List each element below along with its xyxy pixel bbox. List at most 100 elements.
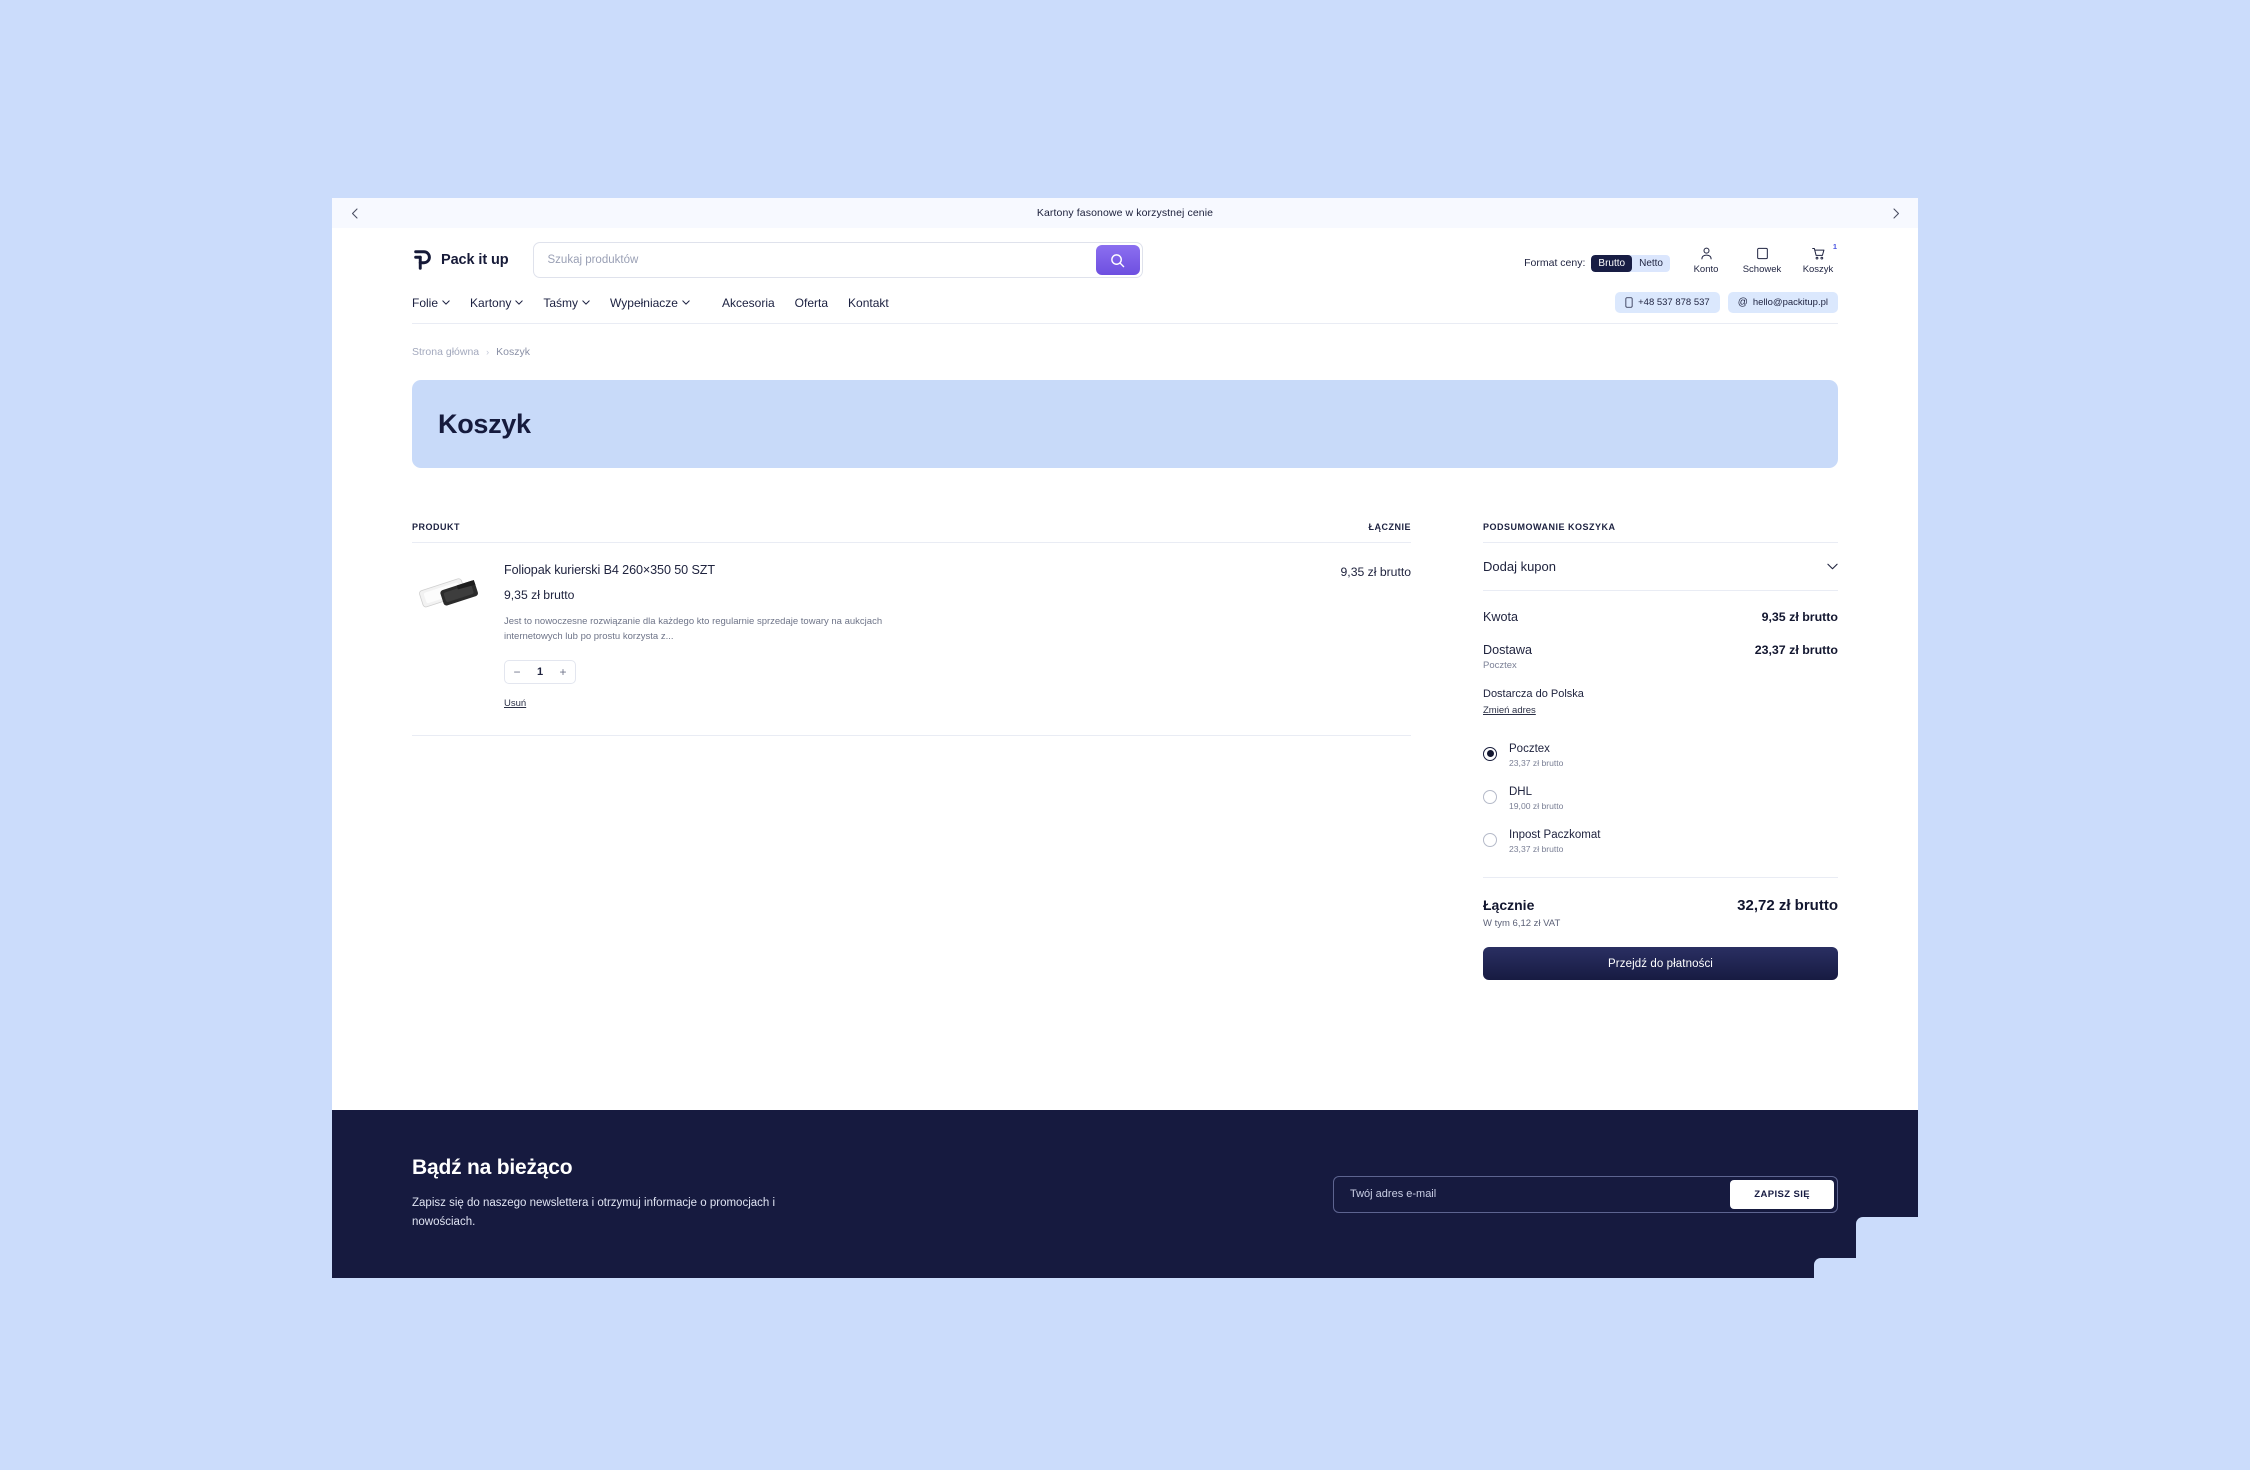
nav-item-kontakt[interactable]: Kontakt [848, 296, 889, 310]
account-label: Konto [1693, 263, 1719, 275]
checkout-button[interactable]: Przejdź do płatności [1483, 947, 1838, 980]
remove-item-link[interactable]: Usuń [504, 698, 526, 709]
cart-count-badge: 1 [1832, 241, 1837, 251]
search-bar[interactable] [532, 242, 1143, 278]
summary-shipping-value: 23,37 zł brutto [1754, 643, 1838, 657]
price-format-option-netto[interactable]: Netto [1632, 255, 1670, 272]
phone-pill[interactable]: +48 537 878 537 [1615, 292, 1720, 313]
search-submit-button[interactable] [1095, 245, 1140, 275]
summary-divider [1483, 877, 1838, 878]
summary-total-label: Łącznie [1483, 897, 1535, 913]
cart-summary-panel: PODSUMOWANIE KOSZYKA Dodaj kupon Kwota 9… [1483, 522, 1838, 980]
price-format-label: Format ceny: [1524, 257, 1586, 269]
page-canvas: Kartony fasonowe w korzystnej cenie Pack… [332, 198, 1918, 1278]
phone-number: +48 537 878 537 [1638, 297, 1710, 308]
main-navigation: Folie Kartony Taśmy Wypełniacze Akcesori… [412, 296, 889, 310]
product-thumbnail[interactable] [412, 563, 488, 625]
radio-inpost-paczkomat[interactable] [1483, 832, 1497, 847]
account-link[interactable]: Konto [1686, 246, 1726, 275]
summary-vat-note: W tym 6,12 zł VAT [1483, 918, 1561, 929]
price-format-option-brutto[interactable]: Brutto [1591, 254, 1633, 272]
table-row: Foliopak kurierski B4 260×350 50 SZT 9,3… [412, 543, 1411, 736]
bookmark-icon [1756, 247, 1768, 259]
breadcrumb-home[interactable]: Strona główna [412, 346, 479, 358]
summary-selected-carrier: Pocztex [1483, 660, 1517, 671]
newsletter-submit-button[interactable]: ZAPISZ SIĘ [1730, 1179, 1834, 1209]
phone-icon [1625, 297, 1633, 308]
newsletter-form[interactable]: ZAPISZ SIĘ [1333, 1175, 1838, 1213]
chevron-right-icon [1892, 207, 1899, 219]
announcement-next-button[interactable] [1888, 205, 1904, 221]
contact-pills: +48 537 878 537 @ hello@packitup.pl [1615, 292, 1838, 313]
newsletter-title: Bądź na bieżąco [412, 1156, 573, 1180]
shipping-destination: Dostarcza do Polska [1483, 688, 1584, 700]
quantity-increase-button[interactable]: + [551, 661, 575, 683]
at-icon: @ [1737, 297, 1748, 308]
breadcrumb-current: Koszyk [496, 346, 530, 358]
nav-item-akcesoria[interactable]: Akcesoria [722, 296, 775, 310]
newsletter-content: Bądź na bieżąco Zapisz się do naszego ne… [332, 1110, 1918, 1278]
quantity-value: 1 [536, 665, 544, 678]
search-input[interactable] [533, 243, 1094, 277]
cart-link[interactable]: 1 Koszyk [1798, 242, 1838, 275]
quantity-decrease-button[interactable]: − [505, 661, 529, 683]
nav-label: Taśmy [543, 295, 579, 310]
site-header: Pack it up Format ceny: Brutto Netto [332, 228, 1918, 324]
radio-dhl[interactable] [1483, 789, 1497, 804]
product-title[interactable]: Foliopak kurierski B4 260×350 50 SZT [504, 563, 1325, 577]
header-nav-row: Folie Kartony Taśmy Wypełniacze Akcesori… [412, 292, 1838, 323]
newsletter-email-input[interactable] [1337, 1188, 1731, 1200]
announcement-text: Kartony fasonowe w korzystnej cenie [1036, 207, 1214, 219]
nav-item-tasmy[interactable]: Taśmy [543, 296, 590, 310]
cart-items-panel: PRODUKT ŁĄCZNIE Foliopak kurierski B4 26… [412, 522, 1411, 736]
change-address-link[interactable]: Zmień adres [1483, 705, 1536, 716]
column-header-total: ŁĄCZNIE [1368, 522, 1411, 532]
breadcrumb-separator: › [486, 347, 490, 357]
nav-label: Wypełniacze [610, 295, 678, 310]
announcement-bar: Kartony fasonowe w korzystnej cenie [332, 198, 1918, 228]
shipping-option-price: 23,37 zł brutto [1509, 758, 1564, 768]
nav-item-folie[interactable]: Folie [412, 296, 450, 310]
shipping-option-name: Pocztex [1509, 743, 1550, 755]
email-pill[interactable]: @ hello@packitup.pl [1727, 292, 1838, 313]
shipping-option-inpost-paczkomat[interactable]: Inpost Paczkomat 23,37 zł brutto [1483, 818, 1838, 861]
breadcrumb: Strona główna › Koszyk [332, 324, 1918, 358]
newsletter-subtitle: Zapisz się do naszego newslettera i otrz… [412, 1197, 776, 1228]
shipping-option-dhl[interactable]: DHL 19,00 zł brutto [1483, 775, 1838, 818]
chevron-left-icon [351, 207, 358, 219]
quantity-stepper[interactable]: − 1 + [504, 659, 576, 684]
header-utilities: Format ceny: Brutto Netto Konto Schowek … [1524, 242, 1838, 275]
newsletter-text-block: Bądź na bieżąco Zapisz się do naszego ne… [412, 1156, 932, 1231]
header-top-row: Pack it up Format ceny: Brutto Netto [412, 242, 1838, 278]
wishlist-label: Schowek [1742, 263, 1782, 275]
cart-section: PRODUKT ŁĄCZNIE Foliopak kurierski B4 26… [332, 468, 1918, 980]
cart-icon [1811, 247, 1824, 260]
summary-shipping-label: Dostawa [1483, 643, 1532, 657]
radio-pocztex[interactable] [1483, 746, 1497, 761]
chevron-down-icon [1827, 563, 1838, 570]
nav-label: Folie [412, 295, 439, 310]
shipping-option-price: 19,00 zł brutto [1509, 801, 1564, 811]
shipping-option-price: 23,37 zł brutto [1509, 844, 1564, 854]
price-format-switch[interactable]: Format ceny: Brutto Netto [1524, 254, 1670, 275]
shipping-option-name: Inpost Paczkomat [1509, 829, 1601, 841]
summary-amount-row: Kwota 9,35 zł brutto [1483, 610, 1838, 624]
nav-item-kartony[interactable]: Kartony [470, 296, 524, 310]
coupon-accordion[interactable]: Dodaj kupon [1483, 543, 1838, 591]
product-description: Jest to nowoczesne rozwiązanie dla każde… [504, 616, 883, 643]
chevron-down-icon [515, 300, 524, 305]
announcement-prev-button[interactable] [346, 205, 362, 221]
price-format-toggle[interactable]: Brutto Netto [1591, 254, 1670, 272]
nav-item-wypelniacze[interactable]: Wypełniacze [610, 296, 690, 310]
search-icon [1111, 253, 1125, 267]
wishlist-link[interactable]: Schowek [1742, 246, 1782, 275]
brand-name: Pack it up [441, 252, 509, 268]
nav-item-oferta[interactable]: Oferta [795, 296, 828, 310]
cart-table-header: PRODUKT ŁĄCZNIE [412, 522, 1411, 543]
product-unit-price: 9,35 zł brutto [504, 588, 575, 602]
utility-links: Konto Schowek 1 Koszyk [1686, 242, 1838, 275]
shipping-option-name: DHL [1509, 786, 1533, 798]
email-address: hello@packitup.pl [1752, 297, 1828, 308]
brand-logo[interactable]: Pack it up [412, 249, 515, 271]
shipping-option-pocztex[interactable]: Pocztex 23,37 zł brutto [1483, 732, 1838, 775]
